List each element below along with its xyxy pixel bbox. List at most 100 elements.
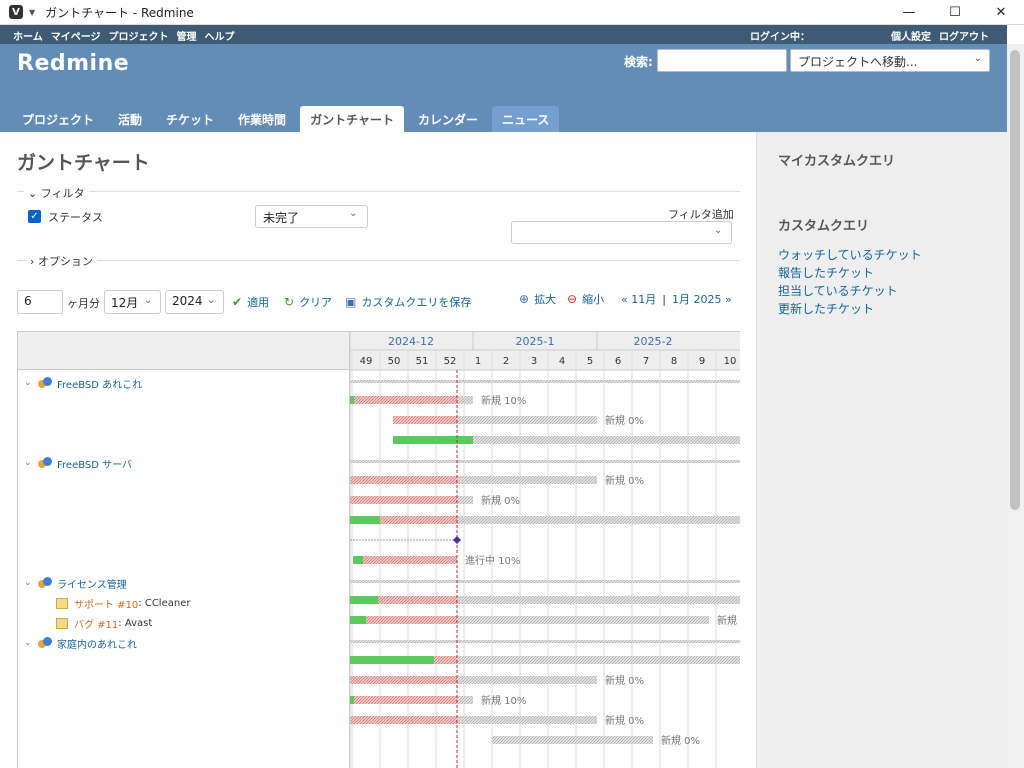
top-menu-admin[interactable]: 管理 [177, 28, 197, 43]
gantt-task-bar[interactable] [457, 696, 473, 704]
gantt-task-bar[interactable] [366, 616, 457, 624]
gantt-task-bar[interactable] [457, 476, 597, 484]
months-input[interactable]: 6 [17, 290, 63, 314]
gantt-project-row[interactable]: ⌄ ライセンス管理 [24, 573, 127, 593]
tab-projects[interactable]: プロジェクト [12, 106, 104, 132]
gantt-project-bar[interactable] [350, 380, 740, 383]
close-button[interactable]: ✕ [978, 0, 1024, 25]
gantt-task-bar[interactable] [457, 716, 597, 724]
gantt-task-bar[interactable] [378, 596, 457, 604]
months-label: ヶ月分 [67, 297, 100, 310]
status-filter-checkbox[interactable]: ✓ [28, 210, 41, 223]
gantt-issue-row[interactable]: バグ #11 : Avast [56, 613, 152, 633]
gantt-project-bar[interactable] [350, 580, 740, 583]
zoom-out-button[interactable]: ⊖ 縮小 [567, 291, 604, 307]
filter-legend-label: フィルタ [40, 187, 85, 200]
add-filter-select[interactable] [511, 221, 732, 244]
gantt-task-bar[interactable] [457, 516, 740, 524]
gantt-task-bar[interactable] [457, 676, 597, 684]
gantt-project-label[interactable]: FreeBSD サーバ [57, 456, 132, 471]
filter-legend[interactable]: ⌄ フィルタ [24, 185, 89, 201]
gantt-project-label[interactable]: ライセンス管理 [57, 576, 127, 591]
scrollbar-thumb[interactable] [1010, 50, 1020, 510]
gantt-task-bar[interactable] [457, 396, 473, 404]
options-legend[interactable]: › オプション [26, 253, 97, 269]
vivaldi-logo-icon[interactable]: V [9, 5, 23, 19]
save-query-label: カスタムクエリを保存 [361, 296, 472, 309]
gantt-task-bar[interactable] [434, 656, 457, 664]
sidebar-query-assigned[interactable]: 担当しているチケット [778, 282, 898, 299]
save-disk-icon: ▣ [345, 295, 357, 309]
gantt-task-bar[interactable] [457, 496, 473, 504]
gantt-issue-tracker[interactable]: サポート #10 [74, 596, 138, 611]
sidebar-query-updated[interactable]: 更新したチケット [778, 300, 874, 317]
gantt-task-bar[interactable] [457, 596, 740, 604]
gantt-project-row[interactable]: ⌄ 家庭内のあれこれ [24, 633, 137, 653]
gantt-project-row[interactable]: ⌄ FreeBSD あれこれ [24, 373, 142, 393]
chevron-down-icon[interactable]: ⌄ [24, 458, 34, 468]
gantt-project-bar[interactable] [350, 640, 740, 643]
tab-time-entries[interactable]: 作業時間 [228, 106, 296, 132]
maximize-button[interactable]: ☐ [932, 0, 978, 25]
chevron-down-icon[interactable]: ⌄ [24, 578, 34, 588]
window-title: ガントチャート - Redmine [45, 5, 194, 20]
app-menu-caret-icon[interactable]: ▼ [29, 8, 35, 17]
month-header[interactable]: 2024-12 [388, 335, 434, 348]
gantt-issue-row[interactable]: サポート #10 : CCleaner [56, 593, 190, 613]
tab-activity[interactable]: 活動 [108, 106, 152, 132]
tab-gantt[interactable]: ガントチャート [300, 106, 404, 132]
gantt-project-label[interactable]: FreeBSD あれこれ [57, 376, 142, 391]
sidebar-query-reported[interactable]: 報告したチケット [778, 264, 874, 281]
previous-month-link[interactable]: « 11月 [621, 291, 656, 307]
chevron-down-icon: ⌄ [973, 53, 982, 64]
project-icon [38, 577, 52, 589]
gantt-bar-label: 新規 0% [605, 474, 644, 487]
gantt-task-bar[interactable] [457, 416, 597, 424]
gantt-issue-tracker[interactable]: バグ #11 [74, 616, 118, 631]
tab-issues[interactable]: チケット [156, 106, 224, 132]
top-menu-my-page[interactable]: マイページ [51, 28, 101, 43]
month-header[interactable]: 2025-2 [634, 335, 673, 348]
clear-button[interactable]: ↻ クリア [284, 294, 332, 310]
month-select[interactable]: 12月 [104, 290, 161, 314]
top-menu-home[interactable]: ホーム [13, 28, 43, 43]
chevron-right-icon: › [30, 255, 35, 268]
save-query-button[interactable]: ▣ カスタムクエリを保存 [345, 294, 471, 310]
gantt-task-bar[interactable] [350, 716, 457, 724]
zoom-in-button[interactable]: ⊕ 拡大 [519, 291, 556, 307]
minimize-button[interactable]: — [886, 0, 932, 25]
gantt-task-bar[interactable] [350, 396, 457, 404]
site-title[interactable]: Redmine [17, 51, 129, 76]
gantt-task-bar[interactable] [350, 476, 457, 484]
gantt-task-bar[interactable] [350, 676, 457, 684]
gantt-task-bar[interactable] [380, 516, 457, 524]
gantt-task-bar[interactable] [473, 436, 740, 444]
apply-button[interactable]: ✔ 適用 [232, 294, 269, 310]
checkmark-icon: ✔ [232, 295, 243, 309]
gantt-task-bar[interactable] [350, 696, 457, 704]
top-menu-my-account[interactable]: 個人設定 [891, 28, 931, 43]
gantt-task-bar[interactable] [350, 496, 457, 504]
gantt-task-bar[interactable] [363, 556, 457, 564]
next-month-link[interactable]: 1月 2025 » [672, 291, 732, 307]
top-menu-projects[interactable]: プロジェクト [109, 28, 169, 43]
gantt-project-bar[interactable] [350, 460, 740, 463]
top-menu-help[interactable]: ヘルプ [205, 28, 235, 43]
chevron-down-icon[interactable]: ⌄ [24, 378, 34, 388]
gantt-task-bar[interactable] [457, 616, 709, 624]
gantt-project-label[interactable]: 家庭内のあれこれ [57, 636, 137, 651]
chevron-down-icon[interactable]: ⌄ [24, 638, 34, 648]
search-input[interactable] [657, 49, 787, 72]
top-menu-logout[interactable]: ログアウト [939, 28, 989, 43]
month-header[interactable]: 2025-1 [516, 335, 555, 348]
tab-news[interactable]: ニュース [491, 106, 560, 132]
gantt-project-row[interactable]: ⌄ FreeBSD サーバ [24, 453, 132, 473]
week-label: 3 [531, 356, 537, 367]
gantt-task-bar[interactable] [457, 656, 740, 664]
page-scrollbar[interactable] [1007, 44, 1024, 768]
tab-calendar[interactable]: カレンダー [408, 106, 488, 132]
gantt-task-bar[interactable] [492, 736, 653, 744]
sidebar-query-watched[interactable]: ウォッチしているチケット [778, 246, 922, 263]
gantt-task-bar[interactable] [393, 416, 457, 424]
project-jump-select[interactable]: プロジェクトへ移動... ⌄ [790, 49, 990, 72]
